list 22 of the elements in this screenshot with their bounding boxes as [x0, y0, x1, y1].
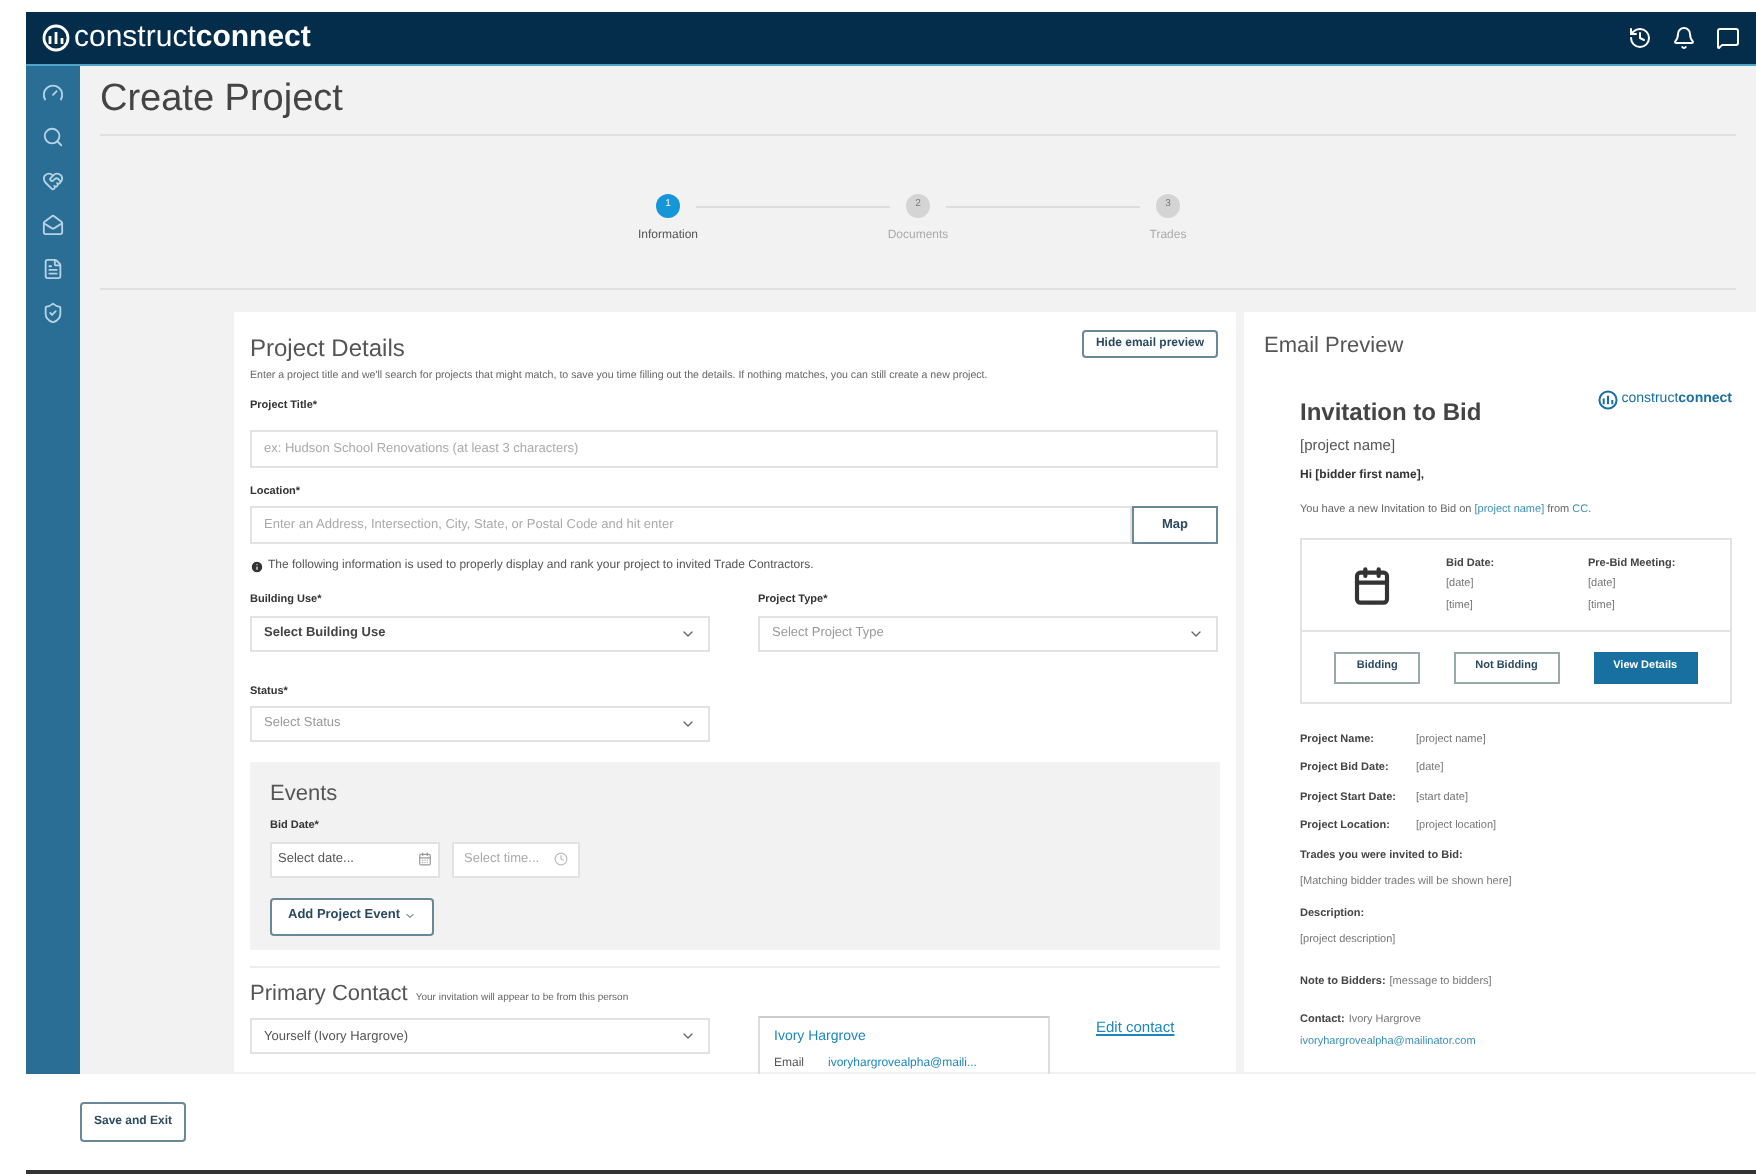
shield-icon[interactable]: [42, 302, 64, 324]
info-icon: [250, 560, 264, 575]
logo-text: constructconnect: [74, 17, 311, 58]
email-heading: Invitation to Bid: [1300, 395, 1482, 429]
chat-icon[interactable]: [1716, 26, 1740, 50]
section-title: Project Details: [250, 332, 405, 366]
section-title: Events: [270, 779, 340, 810]
clock-icon: [554, 852, 568, 867]
section-title: Primary Contact: [250, 979, 408, 1010]
notifications-icon[interactable]: [1672, 26, 1696, 50]
section-title: Email Preview: [1264, 332, 1406, 362]
history-icon[interactable]: [1628, 26, 1652, 50]
document-icon[interactable]: [42, 258, 64, 280]
calendar-icon: [1352, 565, 1392, 605]
logo-icon: [42, 24, 70, 52]
mail-icon[interactable]: [42, 214, 64, 236]
page-title: Create Project: [100, 75, 343, 124]
caret-icon: [403, 910, 416, 923]
search-icon[interactable]: [42, 126, 64, 148]
calendar-icon: [418, 852, 432, 867]
logo-icon: [1597, 389, 1618, 410]
gauge-icon[interactable]: [42, 82, 64, 104]
